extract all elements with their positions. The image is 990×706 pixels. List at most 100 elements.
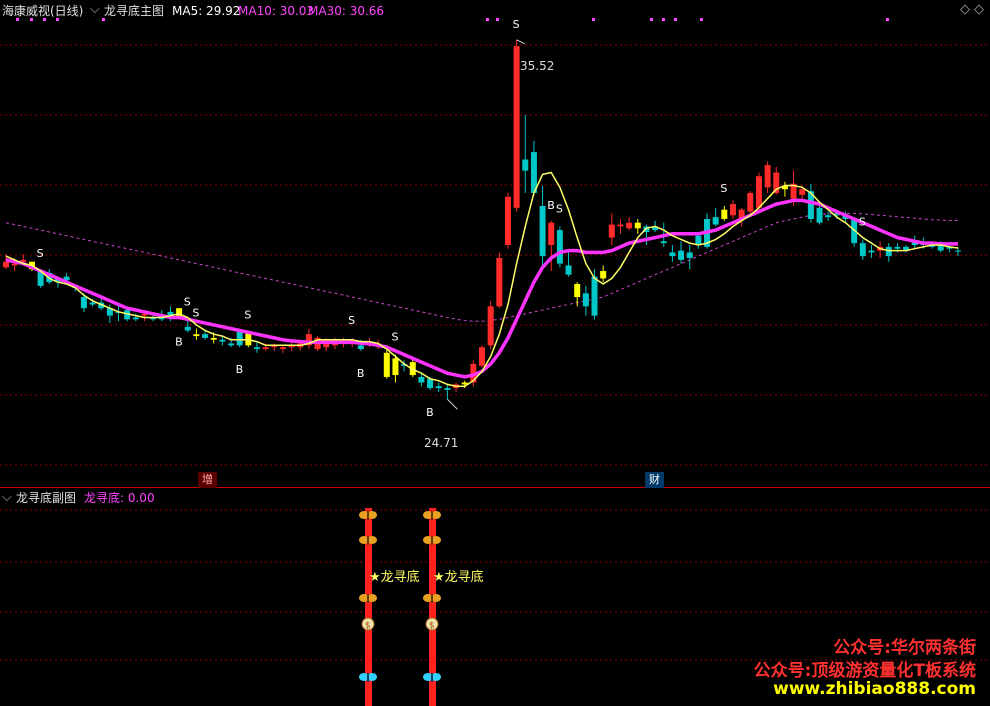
header-dot [674,18,677,21]
signal-marker: B [547,199,555,212]
s-signal-marker: S [859,215,866,228]
signal-marker: S [192,307,199,320]
candle-body [228,343,235,346]
header-dot [496,18,499,21]
candle-body [80,297,87,309]
candle-body [219,339,226,342]
ma30-line [5,212,958,322]
candle-body [574,284,581,298]
candle-body [712,217,719,225]
butterfly-icon [423,511,441,520]
header-dot [650,18,653,21]
candle-body [132,317,139,320]
signal-marker: S [244,308,251,321]
candle-body [262,347,269,350]
sub-indicator: $ $ [359,508,441,706]
watermark-line-1: 公众号:华尔两条街 [833,638,976,658]
b-signal-marker: B [236,363,244,376]
candle-body [634,222,641,229]
s-signal-marker: S [37,247,44,260]
candle-body [747,192,754,212]
header-dot [592,18,595,21]
candle-body [89,302,96,305]
money-bag-icon: $ [361,617,375,631]
butterfly-body [431,594,433,603]
money-bag-icon: $ [425,617,439,631]
candle-body [660,241,667,244]
stock-label: 海康威视(日线) [2,4,84,18]
ma5-legend: MA5: 29.92 [172,4,241,18]
candle-body [894,246,901,249]
candle-body [357,345,364,350]
high-price-label: 35.52 [520,59,555,73]
candle-body [955,250,961,252]
butterfly-body [367,536,369,545]
candle-body [253,347,260,350]
candle-body [418,376,425,383]
candle-body [444,388,451,390]
money-bag-symbol: $ [429,621,435,631]
candle-body [608,224,615,238]
candle-body [496,258,503,307]
butterfly-icon [423,536,441,545]
candle-body [479,347,485,366]
candle-body [539,205,546,257]
header-dot [662,18,665,21]
butterfly-body [431,536,433,545]
longxundi-label-2: ★龙寻底 [433,570,484,585]
header-dot [486,18,489,21]
candle-body [721,209,728,219]
chart-canvas: BB BBSSSSSSSS SSB $ $ [0,18,990,706]
candle-body [3,261,9,268]
s-signal-marker: S [348,314,355,327]
sub-indicator-value: 龙寻底: 0.00 [84,491,155,505]
sub-indicator-name: 龙寻底副图 [16,491,77,505]
candle-body [617,224,624,227]
candle-body [556,230,563,264]
high-leader-line [516,39,525,45]
candle-body [435,386,442,389]
candle-body [392,358,399,376]
candle-body [184,326,191,331]
butterfly-body [367,673,369,682]
candle-body [582,293,589,307]
candle-body [600,271,607,279]
blue-butterfly-icon [423,673,441,682]
signal-marker: S [513,18,520,31]
sub-collapse-chevron-icon[interactable]: ⌵ [2,490,12,506]
b-signal-marker: B [357,367,365,380]
candle-body [859,243,866,257]
candle-body [825,215,832,218]
header-dot [886,18,889,21]
low-leader-line [447,398,458,410]
cai-badge: 财 [645,472,664,488]
zeng-badge: 增 [198,472,217,488]
s-signal-marker: S [720,182,727,195]
s-signal-marker: S [184,295,191,308]
butterfly-icon [359,511,377,520]
blue-butterfly-icon [359,673,377,682]
candle-body [764,165,771,188]
candle-body [686,252,693,259]
ma10-legend: MA10: 30.03 [238,4,315,18]
candle-body [548,222,555,245]
butterfly-icon [423,594,441,603]
candle-body [513,46,520,208]
candle-body [210,337,217,340]
butterfly-icon [359,536,377,545]
candle-body [193,334,200,337]
candle-body [868,250,875,253]
butterfly-body [431,673,433,682]
candle-body [885,246,892,257]
candle-body [279,347,286,350]
candle-body [695,235,702,245]
candle-body [816,207,823,223]
diamond-icon[interactable]: ◇ [960,2,970,18]
candle-body [427,378,434,389]
collapse-chevron-icon[interactable]: ⌵ [90,2,100,18]
candle-body [522,159,529,171]
candlesticks [3,39,961,400]
butterfly-body [367,594,369,603]
diamond-icon-2[interactable]: ◇ [974,2,984,18]
indicator-name: 龙寻底主图 [104,4,165,18]
